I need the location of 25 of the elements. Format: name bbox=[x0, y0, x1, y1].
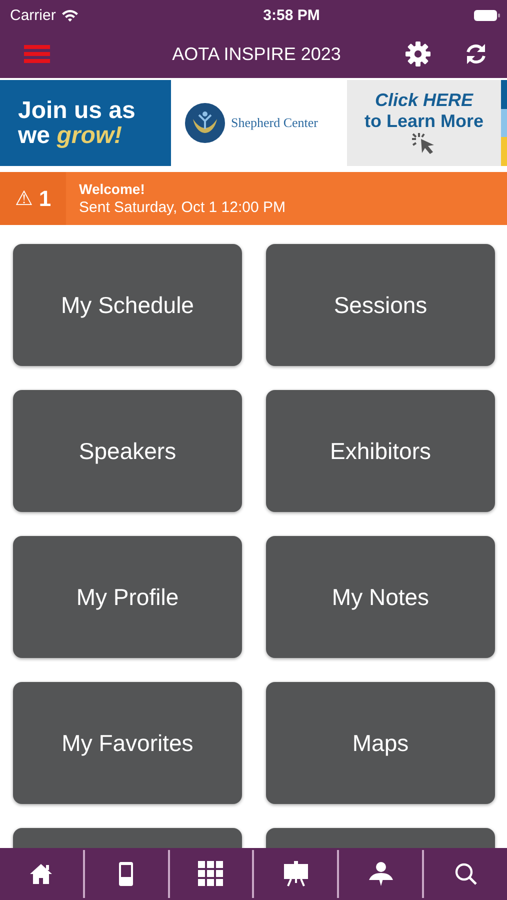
app-title: AOTA INSPIRE 2023 bbox=[171, 44, 342, 64]
ad-banner[interactable]: Join us as we grow! Shepherd Center Click HERE to Learn More bbox=[0, 80, 507, 166]
banner-headline: Join us as we grow! bbox=[18, 98, 136, 148]
menu-tile[interactable]: Speakers bbox=[13, 390, 242, 512]
refresh-icon[interactable] bbox=[465, 43, 487, 65]
cta-text: to Learn More bbox=[364, 111, 484, 132]
status-time: 3:58 PM bbox=[263, 6, 320, 24]
alert-time: Sent Saturday, Oct 1 12:00 PM bbox=[79, 199, 286, 216]
menu-tile[interactable]: Maps bbox=[266, 682, 495, 804]
logo-icon bbox=[185, 103, 225, 143]
menu-tile[interactable]: Exhibitors bbox=[266, 390, 495, 512]
settings-icon[interactable] bbox=[405, 41, 431, 67]
menu-tile[interactable]: My Notes bbox=[266, 536, 495, 658]
alert-title: Welcome! bbox=[79, 181, 146, 197]
battery-icon bbox=[472, 8, 501, 22]
menu-tile[interactable]: My Schedule bbox=[13, 244, 242, 366]
menu-tile[interactable]: My Profile bbox=[13, 536, 242, 658]
alert-count: 1 bbox=[38, 186, 52, 212]
sponsor-name: Shepherd Center bbox=[231, 115, 318, 131]
menu-tile[interactable]: Sessions bbox=[266, 244, 495, 366]
menu-tile[interactable]: My Favorites bbox=[13, 682, 242, 804]
carrier-name: Carrier bbox=[10, 6, 56, 24]
wifi-icon bbox=[60, 8, 79, 22]
cta-text: Click HERE bbox=[374, 90, 474, 111]
warning-icon: ⚠ bbox=[14, 186, 33, 211]
